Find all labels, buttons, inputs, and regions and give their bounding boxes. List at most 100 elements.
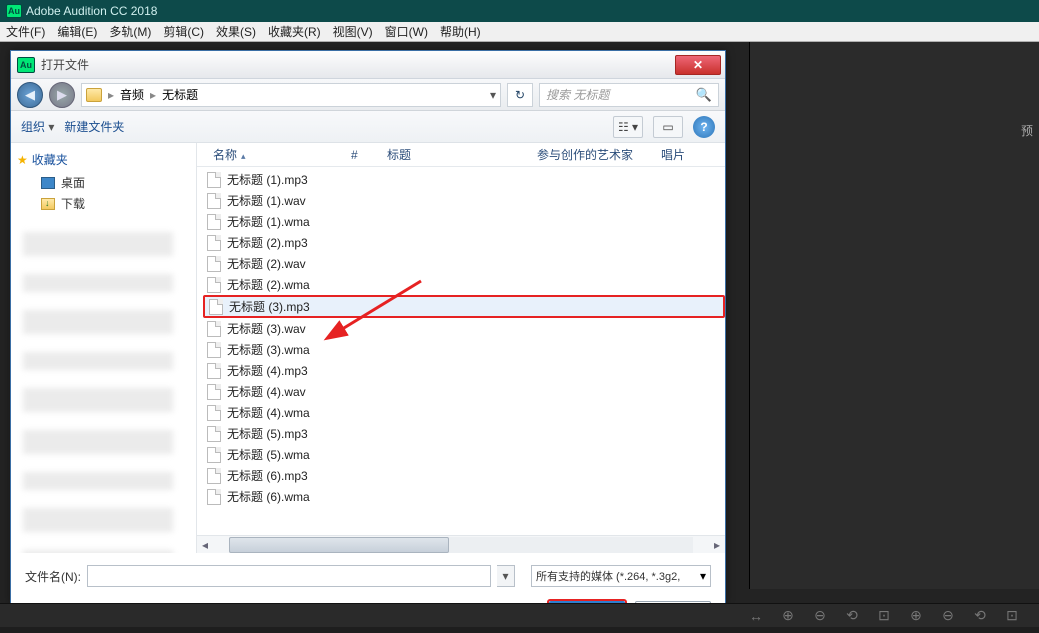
dialog-titlebar: Au 打开文件 ✕ <box>11 51 725 79</box>
status-icon[interactable]: ⊖ <box>811 607 829 624</box>
breadcrumb-seg-1[interactable]: 音频 <box>120 86 144 103</box>
col-title[interactable]: 标题 <box>379 146 529 163</box>
dialog-toolbar: 组织 新建文件夹 ☷ ▾ ▭ ? <box>11 111 725 143</box>
file-icon <box>207 256 221 272</box>
filename-input[interactable] <box>87 565 491 587</box>
folder-icon <box>86 88 102 102</box>
nav-desktop-label: 桌面 <box>61 174 85 191</box>
favorites-section[interactable]: ★ 收藏夹 <box>17 151 190 168</box>
scroll-thumb[interactable] <box>229 537 449 553</box>
horizontal-scrollbar[interactable]: ◂ ▸ <box>197 535 725 553</box>
menu-help[interactable]: 帮助(H) <box>440 23 481 40</box>
filetype-value: 所有支持的媒体 (*.264, *.3g2, <box>536 568 680 584</box>
search-input[interactable]: 搜索 无标题 🔍 <box>539 83 719 107</box>
new-folder-button[interactable]: 新建文件夹 <box>64 118 124 135</box>
file-name: 无标题 (4).wav <box>227 383 306 400</box>
menu-view[interactable]: 视图(V) <box>333 23 373 40</box>
file-row[interactable]: 无标题 (2).mp3 <box>203 232 725 253</box>
file-row[interactable]: 无标题 (6).wma <box>203 486 725 507</box>
blurred-nav-item <box>23 508 173 532</box>
file-name: 无标题 (6).wma <box>227 488 310 505</box>
nav-downloads[interactable]: 下载 <box>17 193 190 214</box>
file-row[interactable]: 无标题 (4).mp3 <box>203 360 725 381</box>
file-row[interactable]: 无标题 (4).wma <box>203 402 725 423</box>
status-bar: ↔ ⊕ ⊖ ⟲ ⊡ ⊕ ⊖ ⟲ ⊡ <box>0 603 1039 627</box>
breadcrumb-dropdown-icon[interactable]: ▾ <box>490 88 496 102</box>
preview-pane-button[interactable]: ▭ <box>653 116 683 138</box>
file-name: 无标题 (5).mp3 <box>227 425 308 442</box>
breadcrumb-seg-2[interactable]: 无标题 <box>162 86 198 103</box>
file-row[interactable]: 无标题 (6).mp3 <box>203 465 725 486</box>
file-row[interactable]: 无标题 (5).mp3 <box>203 423 725 444</box>
col-num[interactable]: # <box>343 148 379 162</box>
dialog-nav-row: ◀ ▶ ▸ 音频 ▸ 无标题 ▾ ↻ 搜索 无标题 🔍 <box>11 79 725 111</box>
file-row[interactable]: 无标题 (1).wav <box>203 190 725 211</box>
nav-downloads-label: 下载 <box>61 195 85 212</box>
dialog-close-button[interactable]: ✕ <box>675 55 721 75</box>
blurred-nav-item <box>23 430 173 454</box>
file-icon <box>207 384 221 400</box>
close-icon: ✕ <box>693 58 703 72</box>
chevron-down-icon: ▾ <box>700 569 706 583</box>
scroll-right-icon[interactable]: ▸ <box>709 537 725 553</box>
file-row[interactable]: 无标题 (3).wma <box>203 339 725 360</box>
status-icon[interactable]: ⊡ <box>1003 607 1021 624</box>
file-row[interactable]: 无标题 (1).mp3 <box>203 169 725 190</box>
filename-dropdown[interactable]: ▾ <box>497 565 515 587</box>
status-icon[interactable]: ⊖ <box>939 607 957 624</box>
file-row[interactable]: 无标题 (3).wav <box>203 318 725 339</box>
status-icon[interactable]: ↔ <box>747 608 765 624</box>
sort-indicator-icon: ▴ <box>241 151 246 161</box>
status-icon[interactable]: ⟲ <box>843 607 861 624</box>
col-album[interactable]: 唱片 <box>653 146 725 163</box>
file-icon <box>207 342 221 358</box>
search-placeholder: 搜索 无标题 <box>546 86 609 103</box>
nav-back-button[interactable]: ◀ <box>17 82 43 108</box>
status-icon[interactable]: ⟲ <box>971 607 989 624</box>
nav-desktop[interactable]: 桌面 <box>17 172 190 193</box>
file-icon <box>209 299 223 315</box>
blurred-nav-item <box>23 310 173 334</box>
file-row[interactable]: 无标题 (3).mp3 <box>203 295 725 318</box>
organize-menu[interactable]: 组织 <box>21 118 54 135</box>
menu-file[interactable]: 文件(F) <box>6 23 45 40</box>
col-artist[interactable]: 参与创作的艺术家 <box>529 146 653 163</box>
file-icon <box>207 277 221 293</box>
menu-edit[interactable]: 编辑(E) <box>57 23 97 40</box>
preview-tab[interactable]: 预 <box>1021 122 1033 139</box>
status-icon[interactable]: ⊕ <box>779 607 797 624</box>
file-row[interactable]: 无标题 (4).wav <box>203 381 725 402</box>
app-titlebar: Au Adobe Audition CC 2018 <box>0 0 1039 22</box>
view-mode-button[interactable]: ☷ ▾ <box>613 116 643 138</box>
file-name: 无标题 (4).mp3 <box>227 362 308 379</box>
menu-window[interactable]: 窗口(W) <box>385 23 428 40</box>
col-name[interactable]: 名称▴ <box>205 146 343 163</box>
file-icon <box>207 405 221 421</box>
file-row[interactable]: 无标题 (1).wma <box>203 211 725 232</box>
file-name: 无标题 (3).wav <box>227 320 306 337</box>
menu-favorites[interactable]: 收藏夹(R) <box>268 23 321 40</box>
file-row[interactable]: 无标题 (5).wma <box>203 444 725 465</box>
app-title-text: Adobe Audition CC 2018 <box>26 0 157 22</box>
nav-tree: ★ 收藏夹 桌面 下载 <box>11 143 197 553</box>
breadcrumb-bar[interactable]: ▸ 音频 ▸ 无标题 ▾ <box>81 83 501 107</box>
menu-multitrack[interactable]: 多轨(M) <box>109 23 151 40</box>
file-row[interactable]: 无标题 (2).wav <box>203 253 725 274</box>
status-icon[interactable]: ⊡ <box>875 607 893 624</box>
nav-forward-button[interactable]: ▶ <box>49 82 75 108</box>
open-file-dialog: Au 打开文件 ✕ ◀ ▶ ▸ 音频 ▸ 无标题 ▾ ↻ 搜索 无标题 🔍 组织… <box>10 50 726 604</box>
scroll-left-icon[interactable]: ◂ <box>197 537 213 553</box>
favorites-label: 收藏夹 <box>32 151 68 168</box>
file-name: 无标题 (1).wav <box>227 192 306 209</box>
file-icon <box>207 447 221 463</box>
menu-effects[interactable]: 效果(S) <box>216 23 256 40</box>
help-button[interactable]: ? <box>693 116 715 138</box>
file-icon <box>207 489 221 505</box>
filetype-select[interactable]: 所有支持的媒体 (*.264, *.3g2, ▾ <box>531 565 711 587</box>
file-row[interactable]: 无标题 (2).wma <box>203 274 725 295</box>
scroll-track[interactable] <box>229 537 693 553</box>
file-name: 无标题 (1).wma <box>227 213 310 230</box>
status-icon[interactable]: ⊕ <box>907 607 925 624</box>
menu-clip[interactable]: 剪辑(C) <box>163 23 204 40</box>
refresh-button[interactable]: ↻ <box>507 83 533 107</box>
